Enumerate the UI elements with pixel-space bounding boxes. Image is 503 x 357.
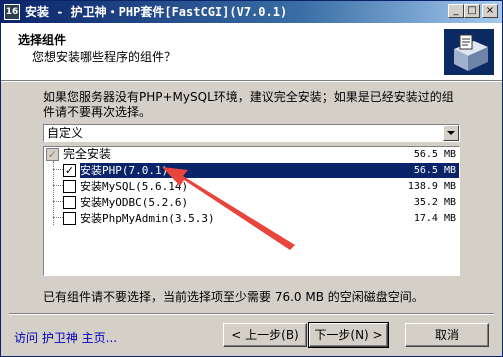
cancel-button[interactable]: 取消 (405, 323, 489, 347)
wizard-header: 选择组件 您想安装哪些程序的组件？ (1, 23, 502, 80)
tree-item-full-install[interactable]: ✓ 完全安装 56.5 MB (44, 147, 459, 162)
tree-item-size: 56.5 MB (413, 149, 456, 160)
install-box-icon (444, 29, 494, 75)
tree-item-label: 安装PHP(7.0.1) (80, 163, 171, 178)
next-button[interactable]: 下一步(N) > (308, 322, 389, 348)
tree-item-label: 安装MyODBC(5.2.6) (80, 196, 189, 209)
disk-space-note: 已有组件请不要选择，当前选择项至少需要 76.0 MB 的空闲磁盘空间。 (43, 290, 424, 304)
tree-item-phpmyadmin[interactable]: 安装PhpMyAdmin(3.5.3) 17.4 MB (44, 211, 459, 226)
tree-item-mysql[interactable]: 安装MySQL(5.6.14) 138.9 MB (44, 179, 459, 194)
maximize-button[interactable]: □ (464, 4, 480, 18)
tree-item-size: 56.5 MB (413, 163, 456, 178)
installer-app-icon: 16 (4, 4, 20, 20)
tree-item-php[interactable]: ✓ 安装PHP(7.0.1) 56.5 MB (44, 163, 459, 178)
instructions-text: 如果您服务器没有PHP+MySQL环境，建议完全安装；如果是已经安装过的组件请不… (43, 90, 454, 119)
close-button[interactable]: × (482, 4, 498, 18)
page-subtitle: 您想安装哪些程序的组件？ (32, 50, 177, 64)
tree-item-label: 安装MySQL(5.6.14) (80, 180, 189, 193)
tree-item-myodbc[interactable]: 安装MyODBC(5.2.6) 35.2 MB (44, 195, 459, 210)
window-title: 安装 - 护卫神・PHP套件[FastCGI](V7.0.1) (25, 5, 288, 19)
install-type-value: 自定义 (47, 126, 84, 140)
installer-window: 16 安装 - 护卫神・PHP套件[FastCGI](V7.0.1) _ □ ×… (0, 0, 503, 357)
tree-item-label: 安装PhpMyAdmin(3.5.3) (80, 212, 215, 225)
title-bar[interactable]: 16 安装 - 护卫神・PHP套件[FastCGI](V7.0.1) _ □ × (1, 1, 502, 23)
checked-checkbox[interactable]: ✓ (63, 164, 76, 177)
tree-item-label: 完全安装 (63, 147, 112, 161)
unchecked-checkbox[interactable] (63, 180, 76, 193)
footer-separator (9, 313, 494, 315)
tree-item-size: 17.4 MB (413, 213, 456, 224)
partial-checkbox[interactable]: ✓ (46, 148, 59, 161)
minimize-button[interactable]: _ (448, 4, 464, 18)
header-separator (1, 80, 502, 82)
chevron-down-icon[interactable] (443, 125, 459, 141)
tree-item-size: 138.9 MB (407, 181, 456, 192)
unchecked-checkbox[interactable] (63, 212, 76, 225)
back-button[interactable]: < 上一步(B) (223, 323, 307, 347)
homepage-link[interactable]: 访问 护卫神 主页... (14, 329, 117, 346)
tree-item-size: 35.2 MB (413, 197, 456, 208)
install-type-select[interactable]: 自定义 (43, 124, 460, 142)
unchecked-checkbox[interactable] (63, 196, 76, 209)
page-title: 选择组件 (18, 33, 67, 47)
components-tree[interactable]: ✓ 完全安装 56.5 MB ✓ 安装PHP(7.0.1) 56.5 MB 安装… (43, 146, 460, 276)
